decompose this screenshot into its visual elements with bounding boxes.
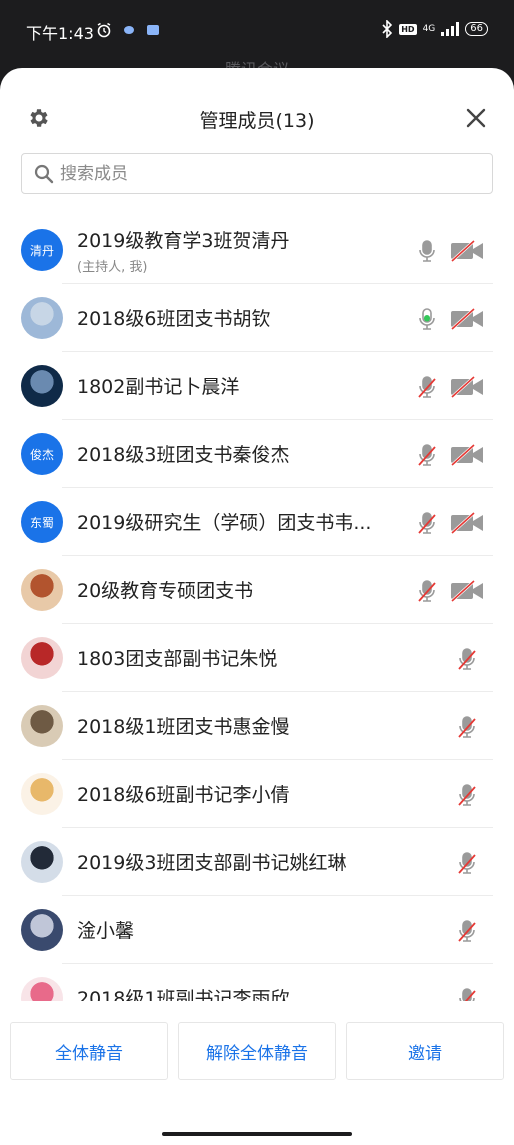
mic-muted-icon[interactable] — [415, 578, 439, 604]
status-right-icons: HD 4G 66 — [381, 20, 488, 38]
home-indicator — [162, 1132, 352, 1136]
app-notification-icon — [124, 26, 134, 34]
mic-muted-icon[interactable] — [455, 850, 479, 876]
member-name: 1803团支部副书记朱悦 — [77, 648, 278, 670]
avatar-label: 俊杰 — [29, 447, 54, 462]
member-row[interactable]: 2018级6班团支书胡钦 — [0, 284, 514, 352]
avatar — [21, 773, 63, 815]
member-name: 2019级教育学3班贺清丹 — [77, 230, 290, 252]
avatar-label: 清丹 — [29, 243, 54, 258]
member-role: (主持人, 我) — [77, 260, 148, 275]
mic-icon[interactable] — [415, 238, 439, 264]
member-name: 2018级1班团支书惠金慢 — [77, 716, 290, 738]
member-name: 1802副书记卜晨洋 — [77, 376, 240, 398]
hd-icon: HD — [399, 23, 417, 35]
avatar: 东蜀 — [21, 501, 63, 543]
avatar: 清丹 — [21, 229, 63, 271]
mic-muted-icon[interactable] — [415, 510, 439, 536]
search-box[interactable] — [21, 153, 493, 194]
camera-off-icon[interactable] — [450, 376, 484, 398]
member-row[interactable]: 2018级6班副书记李小倩 — [0, 760, 514, 828]
close-icon[interactable] — [464, 106, 488, 130]
mic-muted-icon[interactable] — [455, 714, 479, 740]
mic-muted-icon[interactable] — [455, 918, 479, 944]
member-row[interactable]: 2018级1班团支书惠金慢 — [0, 692, 514, 760]
member-row[interactable]: 2018级1班副书记李雨欣 — [0, 964, 514, 1001]
member-row[interactable]: 东蜀 2019级研究生（学硕）团支书韦... — [0, 488, 514, 556]
search-input[interactable] — [60, 154, 480, 193]
member-name: 2018级3班团支书秦俊杰 — [77, 444, 290, 466]
mute-all-button[interactable]: 全体静音 — [10, 1022, 168, 1080]
avatar — [21, 705, 63, 747]
member-row[interactable]: 淦小馨 — [0, 896, 514, 964]
avatar — [21, 365, 63, 407]
camera-off-icon[interactable] — [450, 240, 484, 262]
unmute-all-button[interactable]: 解除全体静音 — [178, 1022, 336, 1080]
mic-muted-icon[interactable] — [415, 374, 439, 400]
camera-off-icon[interactable] — [450, 580, 484, 602]
avatar-label: 东蜀 — [29, 515, 54, 530]
meeting-notification-icon — [147, 25, 159, 35]
member-row[interactable]: 1802副书记卜晨洋 — [0, 352, 514, 420]
member-list[interactable]: 清丹 2019级教育学3班贺清丹 (主持人, 我) 2018级6班团支书胡钦 1802副… — [0, 216, 514, 1001]
member-row[interactable]: 俊杰 2018级3班团支书秦俊杰 — [0, 420, 514, 488]
bluetooth-icon — [382, 20, 393, 38]
avatar — [21, 637, 63, 679]
member-name: 2018级1班副书记李雨欣 — [77, 988, 290, 1001]
mic-muted-icon[interactable] — [455, 986, 479, 1001]
member-row[interactable]: 清丹 2019级教育学3班贺清丹 (主持人, 我) — [0, 216, 514, 284]
member-name: 2018级6班团支书胡钦 — [77, 308, 271, 330]
camera-off-icon[interactable] — [450, 308, 484, 330]
avatar — [21, 909, 63, 951]
avatar — [21, 569, 63, 611]
member-row[interactable]: 20级教育专硕团支书 — [0, 556, 514, 624]
member-name: 淦小馨 — [77, 920, 135, 942]
mic-muted-icon[interactable] — [415, 442, 439, 468]
bottom-actions: 全体静音 解除全体静音 邀请 — [0, 1022, 514, 1082]
panel-title: 管理成员(13) — [199, 110, 315, 132]
avatar — [21, 297, 63, 339]
member-name: 20级教育专硕团支书 — [77, 580, 254, 602]
status-notification-icons — [96, 22, 160, 38]
member-row[interactable]: 2019级3班团支部副书记姚红琳 — [0, 828, 514, 896]
member-name: 2018级6班副书记李小倩 — [77, 784, 290, 806]
mic-muted-icon[interactable] — [455, 646, 479, 672]
member-management-sheet: 管理成员(13) 清丹 2019级教育学3班贺清丹 (主持人, 我) 2018级6班团… — [0, 68, 514, 1145]
battery-icon: 66 — [465, 22, 488, 36]
alarm-icon — [97, 22, 111, 38]
signal-icon — [441, 22, 460, 36]
status-bar: 下午1:43 HD 4G 66 腾讯会议 — [0, 0, 514, 79]
camera-off-icon[interactable] — [450, 512, 484, 534]
network-label: 4G — [422, 24, 436, 34]
status-time: 下午1:43 — [26, 24, 94, 43]
mic-muted-icon[interactable] — [455, 782, 479, 808]
search-icon — [34, 164, 54, 184]
mic-active-icon[interactable] — [415, 306, 439, 332]
member-row[interactable]: 1803团支部副书记朱悦 — [0, 624, 514, 692]
avatar: 俊杰 — [21, 433, 63, 475]
camera-off-icon[interactable] — [450, 444, 484, 466]
invite-button[interactable]: 邀请 — [346, 1022, 504, 1080]
member-name: 2019级研究生（学硕）团支书韦... — [77, 512, 372, 534]
avatar — [21, 977, 63, 1001]
member-name: 2019级3班团支部副书记姚红琳 — [77, 852, 347, 874]
avatar — [21, 841, 63, 883]
